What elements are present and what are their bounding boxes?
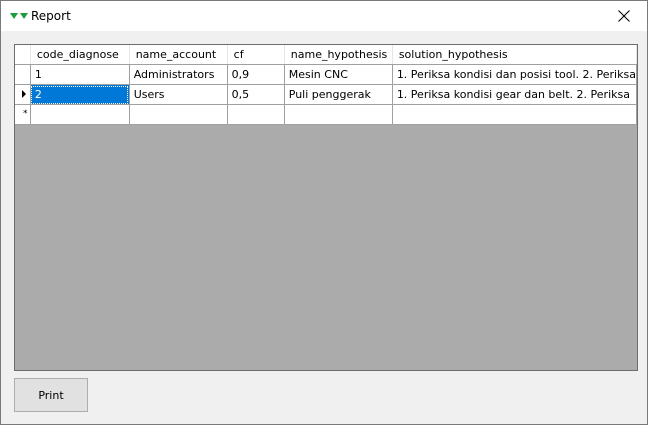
- report-data-grid[interactable]: code_diagnose name_account cf name_hypot…: [14, 44, 638, 371]
- row-header[interactable]: [15, 84, 31, 105]
- cell-solution-hypothesis[interactable]: 1. Periksa kondisi gear dan belt. 2. Per…: [392, 84, 637, 105]
- cell-code-diagnose[interactable]: 1: [30, 64, 130, 85]
- table-row: 1 Administrators 0,9 Mesin CNC 1. Periks…: [15, 64, 637, 85]
- cell-name-hypothesis[interactable]: Puli penggerak: [284, 84, 393, 105]
- new-cell-code-diagnose[interactable]: [30, 104, 130, 125]
- green-triangles-icon: [10, 13, 28, 19]
- new-cell-cf[interactable]: [227, 104, 285, 125]
- window-title: Report: [31, 9, 71, 23]
- close-button[interactable]: [601, 1, 647, 31]
- new-row: *: [15, 104, 637, 125]
- new-cell-name-account[interactable]: [129, 104, 228, 125]
- column-header-solution-hypothesis[interactable]: solution_hypothesis: [392, 45, 637, 65]
- cell-name-account[interactable]: Users: [129, 84, 228, 105]
- grid-corner-cell[interactable]: [15, 45, 31, 65]
- table-row: 2 Users 0,5 Puli penggerak 1. Periksa ko…: [15, 84, 637, 105]
- column-header-code-diagnose[interactable]: code_diagnose: [30, 45, 130, 65]
- column-header-name-account[interactable]: name_account: [129, 45, 228, 65]
- cell-name-hypothesis[interactable]: Mesin CNC: [284, 64, 393, 85]
- new-row-icon: *: [23, 109, 28, 119]
- cell-cf[interactable]: 0,9: [227, 64, 285, 85]
- report-window: Report code_diagnose name_account cf nam…: [0, 0, 648, 425]
- new-cell-solution-hypothesis[interactable]: [392, 104, 637, 125]
- title-bar[interactable]: Report: [1, 1, 647, 31]
- cell-name-account[interactable]: Administrators: [129, 64, 228, 85]
- close-icon: [618, 10, 630, 22]
- column-header-cf[interactable]: cf: [227, 45, 285, 65]
- row-header[interactable]: [15, 64, 31, 85]
- row-header[interactable]: *: [15, 104, 31, 125]
- cell-cf[interactable]: 0,5: [227, 84, 285, 105]
- grid-table: code_diagnose name_account cf name_hypot…: [15, 45, 637, 125]
- print-button[interactable]: Print: [14, 378, 88, 412]
- grid-header-row: code_diagnose name_account cf name_hypot…: [15, 45, 637, 65]
- new-cell-name-hypothesis[interactable]: [284, 104, 393, 125]
- current-row-icon: [22, 90, 26, 98]
- cell-code-diagnose-selected[interactable]: 2: [30, 84, 130, 105]
- column-header-name-hypothesis[interactable]: name_hypothesis: [284, 45, 393, 65]
- cell-solution-hypothesis[interactable]: 1. Periksa kondisi dan posisi tool. 2. P…: [392, 64, 637, 85]
